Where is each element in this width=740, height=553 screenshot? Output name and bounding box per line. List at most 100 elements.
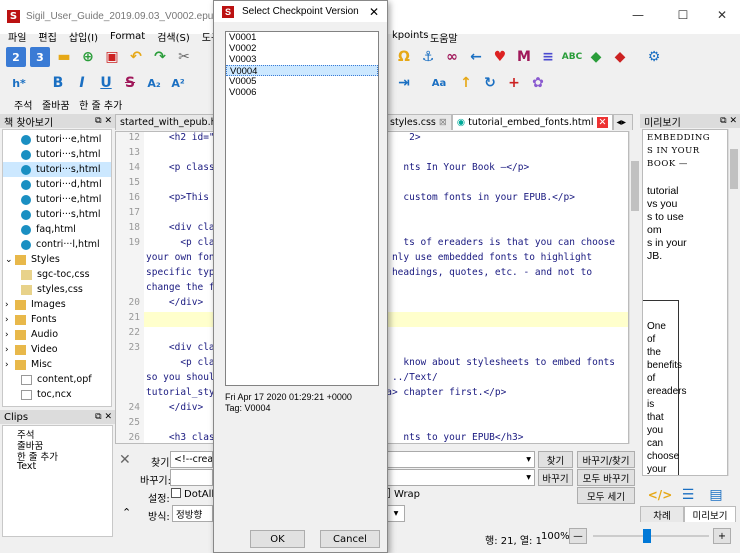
list-icon[interactable]: ≡ <box>538 47 558 67</box>
tree-folder[interactable]: › Misc <box>3 357 111 372</box>
clips-close-icon[interactable]: ⧉ ✕ <box>95 412 115 422</box>
bold-icon[interactable]: B <box>48 73 68 93</box>
tree-folder[interactable]: › Fonts <box>3 312 111 327</box>
superscript-icon[interactable]: A² <box>168 73 188 93</box>
menu-checkpoints[interactable]: kpoints <box>392 30 429 41</box>
zoom-out-button[interactable]: — <box>569 528 587 544</box>
ok-button[interactable]: OK <box>250 530 305 548</box>
redo-icon[interactable]: ↷ <box>150 47 170 67</box>
zoom-in-button[interactable]: + <box>713 528 731 544</box>
menu-edit[interactable]: 편집 <box>38 29 56 44</box>
strikethrough-icon[interactable]: S <box>120 73 140 93</box>
underline-icon[interactable]: U <box>96 73 116 93</box>
panel-close-icon[interactable]: ⧉ ✕ <box>95 116 115 126</box>
mode-select-arrow[interactable]: ▾ <box>387 505 405 522</box>
plugin-icon[interactable]: ◆ <box>610 47 630 67</box>
tab-toc[interactable]: 차례 <box>640 506 684 522</box>
code-view-icon[interactable]: </> <box>648 485 673 505</box>
open-folder-icon[interactable]: ▬ <box>54 47 74 67</box>
expand-arrow-icon[interactable]: › <box>5 315 15 325</box>
undo-icon[interactable]: ↶ <box>126 47 146 67</box>
tree-file[interactable]: sgc-toc,css <box>3 267 111 282</box>
tree-file[interactable]: styles,css <box>3 282 111 297</box>
settings-icon[interactable]: ⚙ <box>644 47 664 67</box>
tab-tutorial-embed-fonts[interactable]: ◉ tutorial_embed_fonts.html ✕ <box>451 114 614 130</box>
refresh-icon[interactable]: ↻ <box>480 73 500 93</box>
validate-icon[interactable]: ◆ <box>586 47 606 67</box>
menu-format[interactable]: Format <box>110 31 145 42</box>
omega-icon[interactable]: Ω <box>394 47 414 67</box>
replace-input-dropdown[interactable]: ▾ <box>385 469 535 486</box>
book-view-icon[interactable]: ▤ <box>706 485 726 505</box>
link-icon[interactable]: ∞ <box>442 47 462 67</box>
dotall-checkbox[interactable] <box>171 488 181 498</box>
expand-arrow-icon[interactable]: › <box>5 300 15 310</box>
version-item[interactable]: V0004 <box>226 65 378 77</box>
version-item[interactable]: V0002 <box>226 43 378 54</box>
count-all-button[interactable]: 모두 세기 <box>577 487 635 504</box>
tab-close-icon[interactable]: ✕ <box>596 117 609 128</box>
close-window-button[interactable]: ✕ <box>712 8 732 26</box>
replace-all-button[interactable]: 모두 바꾸기 <box>577 469 635 486</box>
maximize-button[interactable]: ☐ <box>673 8 693 26</box>
clip-add-line[interactable]: 한 줄 추가 <box>79 101 122 112</box>
find-input-dropdown[interactable]: ▾ <box>385 451 535 468</box>
italic-icon[interactable]: I <box>72 73 92 93</box>
up-arrow-icon[interactable]: ↑ <box>456 73 476 93</box>
expand-arrow-icon[interactable]: › <box>5 360 15 370</box>
expand-arrow-icon[interactable]: › <box>5 330 15 340</box>
menu-insert[interactable]: 삽입(I) <box>69 29 98 44</box>
tree-file[interactable]: tutori···s,html <box>3 162 111 177</box>
mode-select[interactable]: 정방향 <box>172 505 213 522</box>
metadata-icon[interactable]: M <box>514 47 534 67</box>
tree-file[interactable]: toc,ncx <box>3 387 111 402</box>
tab-preview[interactable]: 미리보기 <box>684 506 736 522</box>
expand-arrow-icon[interactable]: › <box>5 345 15 355</box>
dialog-close-icon[interactable]: ✕ <box>369 5 379 19</box>
new-file-alt-icon[interactable]: 3 <box>30 47 50 67</box>
cancel-button[interactable]: Cancel <box>320 530 380 548</box>
tree-folder[interactable]: ⌄ Styles <box>3 252 111 267</box>
find-input[interactable]: <!--creat <box>170 451 213 468</box>
toc-view-icon[interactable]: ☰ <box>678 485 698 505</box>
tree-folder[interactable]: › Images <box>3 297 111 312</box>
new-file-icon[interactable]: 2 <box>6 47 26 67</box>
version-list[interactable]: V0001 V0002 V0003 V0004 V0005 V0006 <box>225 31 379 386</box>
gear-icon[interactable]: ✿ <box>528 73 548 93</box>
tree-folder[interactable]: › Video <box>3 342 111 357</box>
cut-icon[interactable]: ✂ <box>174 47 194 67</box>
heading-dropdown[interactable]: h* <box>6 73 32 93</box>
indent-icon[interactable]: ⇥ <box>394 73 414 93</box>
add-icon[interactable]: ⊕ <box>78 47 98 67</box>
menu-file[interactable]: 파일 <box>8 29 26 44</box>
heart-icon[interactable]: ♥ <box>490 47 510 67</box>
tree-file[interactable]: tutori···e,html <box>3 132 111 147</box>
clip-comment[interactable]: 주석 <box>14 101 32 112</box>
tab-started-with-epub[interactable]: started_with_epub.html <box>115 114 232 130</box>
case-dropdown[interactable]: Aa <box>426 73 452 93</box>
clip-linebreak[interactable]: 줄바꿈 <box>42 101 70 112</box>
tree-file[interactable]: faq,html <box>3 222 111 237</box>
zoom-slider-handle[interactable] <box>643 529 651 543</box>
zoom-slider[interactable] <box>593 535 709 537</box>
version-item[interactable]: V0001 <box>226 32 378 43</box>
clip-item[interactable]: Text <box>17 461 112 472</box>
tree-file[interactable]: tutori···d,html <box>3 177 111 192</box>
tree-file[interactable]: content,opf <box>3 372 111 387</box>
tree-file[interactable]: tutori···s,html <box>3 207 111 222</box>
tree-file[interactable]: tutori···s,html <box>3 147 111 162</box>
version-item[interactable]: V0005 <box>226 76 378 87</box>
preview-close-icon[interactable]: ⧉ ✕ <box>720 116 740 126</box>
anchor-icon[interactable]: ⚓ <box>418 47 438 67</box>
split-icon[interactable]: + <box>504 73 524 93</box>
tab-close-icon[interactable]: ⊠ <box>439 117 447 128</box>
replace-button[interactable]: 바꾸기 <box>538 469 573 486</box>
preview-scrollbar[interactable] <box>728 129 739 476</box>
scrollbar-thumb[interactable] <box>730 149 738 189</box>
clip-item[interactable]: 한 줄 추가 <box>17 450 112 463</box>
subscript-icon[interactable]: A₂ <box>144 73 164 93</box>
tree-folder[interactable]: › Audio <box>3 327 111 342</box>
replace-find-button[interactable]: 바꾸기/찾기 <box>577 451 635 468</box>
menu-search[interactable]: 검색(S) <box>157 29 190 44</box>
minimize-button[interactable]: — <box>628 8 648 26</box>
